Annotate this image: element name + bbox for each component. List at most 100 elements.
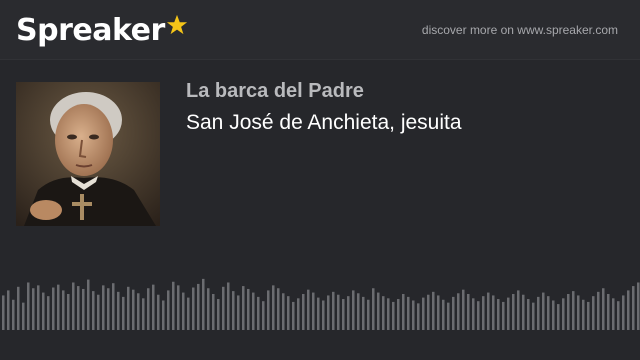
waveform-bar — [82, 288, 85, 330]
waveform-bar — [212, 294, 215, 330]
waveform-bar — [122, 296, 125, 330]
waveform-bar — [107, 288, 110, 330]
waveform-bar — [267, 290, 270, 330]
waveform-bar — [172, 281, 175, 330]
waveform-bar — [432, 291, 435, 330]
waveform-bar — [377, 292, 380, 330]
logo-text: Spreaker — [16, 12, 165, 48]
waveform-bar — [242, 286, 245, 330]
waveform-bar — [597, 291, 600, 330]
waveform-bar — [97, 294, 100, 330]
waveform-bar — [457, 293, 460, 330]
waveform-bar — [47, 296, 50, 330]
waveform-bar — [467, 294, 470, 330]
waveform-bar — [322, 300, 325, 330]
waveform-bar — [557, 304, 560, 330]
star-icon — [166, 14, 187, 35]
waveform-bar — [317, 297, 320, 330]
waveform-bar — [632, 286, 635, 330]
waveform-bar — [342, 299, 345, 330]
waveform-bar — [282, 293, 285, 330]
portrait-icon — [16, 82, 160, 226]
waveform-bar — [197, 283, 200, 330]
waveform-bar — [417, 303, 420, 330]
waveform-bar — [252, 292, 255, 330]
waveform-bar — [527, 299, 530, 330]
waveform-bar — [287, 296, 290, 330]
waveform-bar — [517, 290, 520, 330]
waveform-bar — [262, 301, 265, 330]
waveform-bar — [292, 301, 295, 330]
waveform-bar — [157, 294, 160, 330]
spreaker-logo[interactable]: Spreaker — [16, 10, 188, 50]
waveform-bar — [277, 288, 280, 330]
episode-cover-image — [16, 82, 160, 226]
waveform-bar — [637, 282, 640, 330]
episode-title[interactable]: San José de Anchieta, jesuita — [186, 111, 462, 135]
waveform-bar — [217, 299, 220, 330]
waveform-bar — [17, 286, 20, 330]
waveform-bar — [512, 294, 515, 330]
waveform-bar — [407, 296, 410, 330]
waveform-bar — [357, 293, 360, 330]
discover-link[interactable]: discover more on www.spreaker.com — [422, 23, 618, 37]
waveform-bar — [257, 296, 260, 330]
waveform-bar — [102, 285, 105, 330]
waveform-bar — [87, 279, 90, 330]
waveform-bar — [327, 295, 330, 330]
audio-waveform[interactable] — [0, 250, 640, 330]
waveform-bar — [162, 300, 165, 330]
waveform-bar — [232, 291, 235, 330]
waveform-bar — [127, 286, 130, 330]
waveform-bar — [507, 297, 510, 330]
waveform-bar — [32, 288, 35, 330]
waveform-bar — [427, 294, 430, 330]
waveform-bar — [412, 300, 415, 330]
waveform-bar — [487, 292, 490, 330]
waveform-bar — [187, 297, 190, 330]
waveform-bar — [332, 291, 335, 330]
waveform-bar — [302, 294, 305, 330]
waveform-bar — [477, 301, 480, 330]
waveform-bar — [482, 296, 485, 330]
waveform-bar — [132, 289, 135, 330]
waveform-bar — [587, 301, 590, 330]
waveform-bar — [567, 294, 570, 330]
waveform-bar — [617, 301, 620, 330]
waveform-bar — [607, 294, 610, 330]
waveform-bar — [577, 295, 580, 330]
waveform-bar — [142, 298, 145, 330]
waveform-bar — [547, 296, 550, 330]
waveform-bar — [92, 291, 95, 330]
waveform-bar — [502, 301, 505, 330]
waveform-bar — [52, 287, 55, 330]
waveform-bar — [57, 284, 60, 330]
waveform-bar — [112, 283, 115, 330]
waveform-bar — [362, 296, 365, 330]
waveform-bar — [202, 278, 205, 330]
waveform-bar — [27, 282, 30, 330]
waveform-bar — [147, 288, 150, 330]
waveform-bar — [42, 292, 45, 330]
waveform-bar — [307, 289, 310, 330]
waveform-bar — [462, 289, 465, 330]
waveform-bar — [397, 299, 400, 330]
waveform-bar — [62, 290, 65, 330]
waveform-bar — [367, 299, 370, 330]
waveform-bar — [7, 290, 10, 330]
show-title[interactable]: La barca del Padre — [186, 80, 364, 103]
waveform-bar — [272, 285, 275, 330]
waveform-bar — [622, 295, 625, 330]
waveform-bar — [167, 290, 170, 330]
waveform-bar — [352, 290, 355, 330]
waveform-bar — [372, 288, 375, 330]
waveform-bar — [452, 296, 455, 330]
waveform-bar — [447, 302, 450, 330]
waveform-bar — [542, 292, 545, 330]
waveform-bar — [537, 296, 540, 330]
waveform-bar — [247, 288, 250, 330]
waveform-bar — [22, 302, 25, 330]
waveform-bar — [602, 288, 605, 330]
waveform-bar — [572, 291, 575, 330]
waveform-bar — [387, 298, 390, 330]
